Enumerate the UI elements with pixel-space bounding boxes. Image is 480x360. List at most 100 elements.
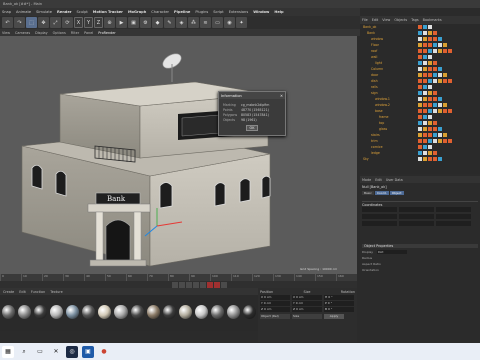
material-tag-icon[interactable] — [433, 61, 437, 65]
y-axis-toggle[interactable]: Y — [84, 17, 93, 28]
go-to-start-icon[interactable] — [172, 281, 178, 288]
material-swatch[interactable] — [162, 305, 176, 319]
display-select[interactable]: Dot — [377, 250, 408, 254]
material-tag-icon[interactable] — [428, 103, 432, 107]
task-view-icon[interactable]: ▭ — [34, 346, 46, 358]
object-menu-tags[interactable]: Tags — [411, 18, 419, 22]
material-tag-icon[interactable] — [428, 121, 432, 125]
move-icon[interactable]: ✥ — [38, 17, 49, 28]
material-tag-icon[interactable] — [418, 25, 422, 29]
floor-icon[interactable]: ▭ — [212, 17, 223, 28]
material-swatch[interactable] — [146, 305, 160, 319]
material-tag-icon[interactable] — [443, 79, 447, 83]
material-tag-icon[interactable] — [423, 37, 427, 41]
rotation-p-field[interactable]: P 0 ° — [324, 301, 354, 306]
array-icon[interactable]: ⁂ — [188, 17, 199, 28]
render-settings-icon[interactable]: ⚙ — [140, 17, 151, 28]
view-menu-prorender[interactable]: ProRender — [98, 31, 115, 35]
material-tag-icon[interactable] — [428, 151, 432, 155]
material-tag-icon[interactable] — [443, 109, 447, 113]
material-tag-icon[interactable] — [433, 73, 437, 77]
3d-viewport[interactable]: Bank Grid Spacing : 10000 cm — [0, 36, 357, 274]
material-tag-icon[interactable] — [428, 127, 432, 131]
material-tag-icon[interactable] — [438, 103, 442, 107]
material-tag-icon[interactable] — [418, 79, 422, 83]
next-frame-icon[interactable] — [193, 281, 199, 288]
material-tag-icon[interactable] — [443, 103, 447, 107]
menu-character[interactable]: Character — [151, 10, 169, 14]
material-swatch[interactable] — [242, 305, 256, 319]
object-menu-view[interactable]: View — [382, 18, 390, 22]
material-menu-edit[interactable]: Edit — [19, 290, 26, 294]
object-menu-bookmarks[interactable]: Bookmarks — [423, 18, 442, 22]
material-tag-icon[interactable] — [418, 157, 422, 161]
menu-help[interactable]: Help — [274, 10, 283, 14]
material-tag-icon[interactable] — [418, 97, 422, 101]
material-swatch[interactable] — [130, 305, 144, 319]
material-tag-icon[interactable] — [418, 49, 422, 53]
attr-scale-z[interactable] — [399, 221, 434, 226]
material-tag-icon[interactable] — [443, 49, 447, 53]
attr-rot-p[interactable] — [436, 214, 471, 219]
material-tag-icon[interactable] — [428, 25, 432, 29]
material-tag-icon[interactable] — [423, 79, 427, 83]
material-tag-icon[interactable] — [423, 145, 427, 149]
attr-menu-user-data[interactable]: User Data — [386, 178, 403, 182]
material-tag-icon[interactable] — [423, 127, 427, 131]
material-tag-icon[interactable] — [438, 79, 442, 83]
object-menu-file[interactable]: File — [362, 18, 368, 22]
material-tag-icon[interactable] — [423, 43, 427, 47]
material-tag-icon[interactable] — [428, 55, 432, 59]
material-tag-icon[interactable] — [423, 97, 427, 101]
material-tag-icon[interactable] — [418, 109, 422, 113]
taskbar-app-icon[interactable]: ▦ — [2, 345, 14, 358]
material-swatch[interactable] — [226, 305, 240, 319]
material-tag-icon[interactable] — [438, 139, 442, 143]
material-tag-icon[interactable] — [423, 157, 427, 161]
material-tag-icon[interactable] — [423, 151, 427, 155]
scale-icon[interactable]: ⤢ — [50, 17, 61, 28]
material-tag-icon[interactable] — [428, 91, 432, 95]
view-menu-display[interactable]: Display — [35, 31, 48, 35]
menu-animate[interactable]: Animate — [16, 10, 31, 14]
coordinate-mode-select[interactable]: Object (Rel) — [260, 314, 290, 319]
pen-icon[interactable]: ✎ — [164, 17, 175, 28]
attr-scale-x[interactable] — [399, 207, 434, 212]
size-z-field[interactable]: Z 0 cm — [292, 307, 322, 312]
view-menu-filter[interactable]: Filter — [71, 31, 79, 35]
material-tag-icon[interactable] — [433, 91, 437, 95]
tab-object[interactable]: Object — [389, 191, 404, 195]
menu-motion-tracker[interactable]: Motion Tracker — [93, 10, 123, 14]
attr-rot-h[interactable] — [436, 207, 471, 212]
menu-extensions[interactable]: Extensions — [229, 10, 249, 14]
view-menu-options[interactable]: Options — [53, 31, 66, 35]
material-tag-icon[interactable] — [423, 115, 427, 119]
size-x-field[interactable]: X 0 cm — [292, 295, 322, 300]
material-tag-icon[interactable] — [428, 97, 432, 101]
material-tag-icon[interactable] — [428, 115, 432, 119]
material-tag-icon[interactable] — [423, 31, 427, 35]
material-tag-icon[interactable] — [438, 67, 442, 71]
material-tag-icon[interactable] — [418, 43, 422, 47]
tab-basic[interactable]: Basic — [362, 191, 374, 195]
material-tag-icon[interactable] — [418, 31, 422, 35]
previous-frame-icon[interactable] — [179, 281, 185, 288]
menu-window[interactable]: Window — [253, 10, 269, 14]
menu-pipeline[interactable]: Pipeline — [174, 10, 190, 14]
attr-menu-mode[interactable]: Mode — [362, 178, 371, 182]
material-tag-icon[interactable] — [428, 157, 432, 161]
material-tag-icon[interactable] — [418, 61, 422, 65]
material-tag-icon[interactable] — [418, 67, 422, 71]
material-tag-icon[interactable] — [423, 133, 427, 137]
material-tag-icon[interactable] — [438, 127, 442, 131]
record-icon[interactable] — [207, 281, 213, 288]
material-tag-icon[interactable] — [418, 151, 422, 155]
object-menu-objects[interactable]: Objects — [394, 18, 407, 22]
cube-icon[interactable]: ◆ — [152, 17, 163, 28]
attr-pos-x[interactable] — [362, 207, 397, 212]
rotation-b-field[interactable]: B 0 ° — [324, 307, 354, 312]
material-tag-icon[interactable] — [418, 85, 422, 89]
material-tag-icon[interactable] — [438, 109, 442, 113]
material-tag-icon[interactable] — [423, 91, 427, 95]
timeline-ruler[interactable]: 0 10 20 30 40 50 60 70 80 90 100 110 120 130 140 1… — [0, 274, 357, 281]
